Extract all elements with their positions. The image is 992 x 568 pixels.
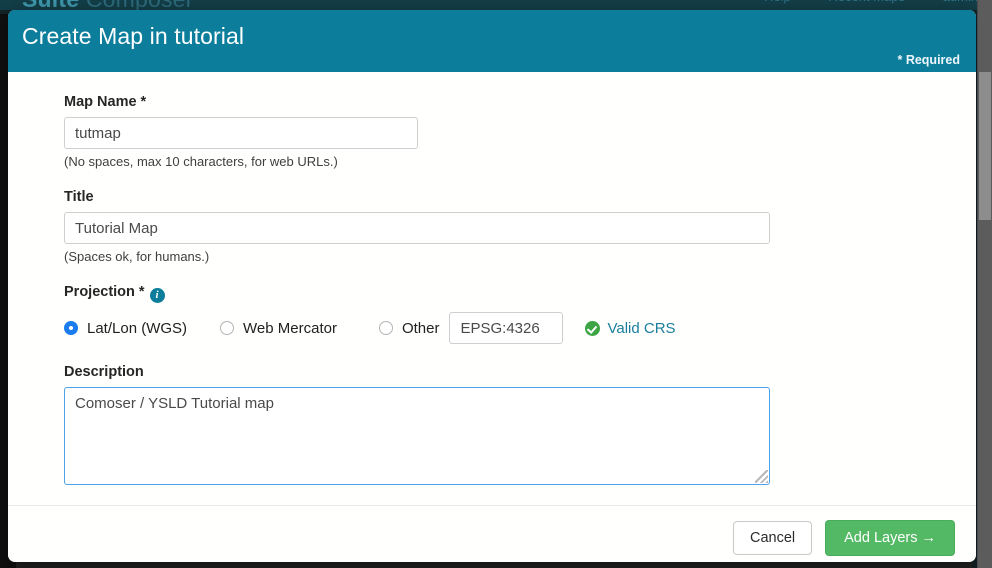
nav-item-recent-maps[interactable]: Recent Maps — [828, 0, 905, 4]
dialog-title: Create Map in tutorial — [22, 23, 244, 50]
radio-option-other[interactable]: Other — [379, 320, 440, 337]
radio-other-indicator[interactable] — [379, 321, 393, 335]
description-wrapper — [64, 387, 770, 485]
radio-web-mercator-indicator[interactable] — [220, 321, 234, 335]
dialog-header: Create Map in tutorial * Required — [8, 10, 976, 72]
screen: Suite Composer Help Recent Maps admin Cr… — [0, 0, 992, 568]
nav-item-admin[interactable]: admin — [943, 0, 978, 4]
map-name-label: Map Name * — [64, 94, 920, 110]
radio-option-web-mercator[interactable]: Web Mercator — [220, 320, 337, 337]
crs-status-text: Valid CRS — [607, 320, 675, 337]
add-layers-button[interactable]: Add Layers → — [825, 520, 955, 556]
info-icon[interactable]: i — [150, 288, 165, 303]
field-group-title: Title (Spaces ok, for humans.) — [64, 189, 920, 264]
crs-validation-status: Valid CRS — [585, 320, 675, 337]
nav-item-help[interactable]: Help — [764, 0, 791, 4]
radio-option-latlon[interactable]: Lat/Lon (WGS) — [64, 320, 187, 337]
epsg-code-input[interactable] — [449, 312, 563, 344]
dialog-body: Map Name * (No spaces, max 10 characters… — [8, 72, 976, 505]
projection-options-row: Lat/Lon (WGS) Web Mercator Other Valid C… — [64, 312, 920, 344]
title-label: Title — [64, 189, 920, 205]
map-name-hint: (No spaces, max 10 characters, for web U… — [64, 154, 920, 169]
field-group-projection: Projection * i Lat/Lon (WGS) Web Mercator… — [64, 284, 920, 344]
cancel-button[interactable]: Cancel — [733, 521, 812, 555]
field-group-description: Description — [64, 364, 920, 485]
radio-other-label: Other — [402, 320, 440, 337]
dialog-footer: Cancel Add Layers → — [8, 505, 976, 562]
create-map-dialog: Create Map in tutorial * Required Map Na… — [8, 10, 976, 562]
required-note: * Required — [897, 53, 960, 67]
page-scrollbar-thumb[interactable] — [979, 72, 991, 220]
description-textarea[interactable] — [64, 387, 770, 485]
projection-label-text: Projection * — [64, 284, 145, 300]
radio-latlon-label: Lat/Lon (WGS) — [87, 320, 187, 337]
radio-latlon-indicator[interactable] — [64, 321, 78, 335]
projection-label: Projection * i — [64, 284, 920, 303]
title-input[interactable] — [64, 212, 770, 244]
description-label: Description — [64, 364, 920, 380]
page-scrollbar[interactable] — [977, 0, 992, 568]
field-group-map-name: Map Name * (No spaces, max 10 characters… — [64, 94, 920, 169]
title-hint: (Spaces ok, for humans.) — [64, 249, 920, 264]
app-nav-links: Help Recent Maps admin — [730, 0, 978, 4]
radio-web-mercator-label: Web Mercator — [243, 320, 337, 337]
check-circle-icon — [585, 321, 600, 336]
map-name-input[interactable] — [64, 117, 418, 149]
